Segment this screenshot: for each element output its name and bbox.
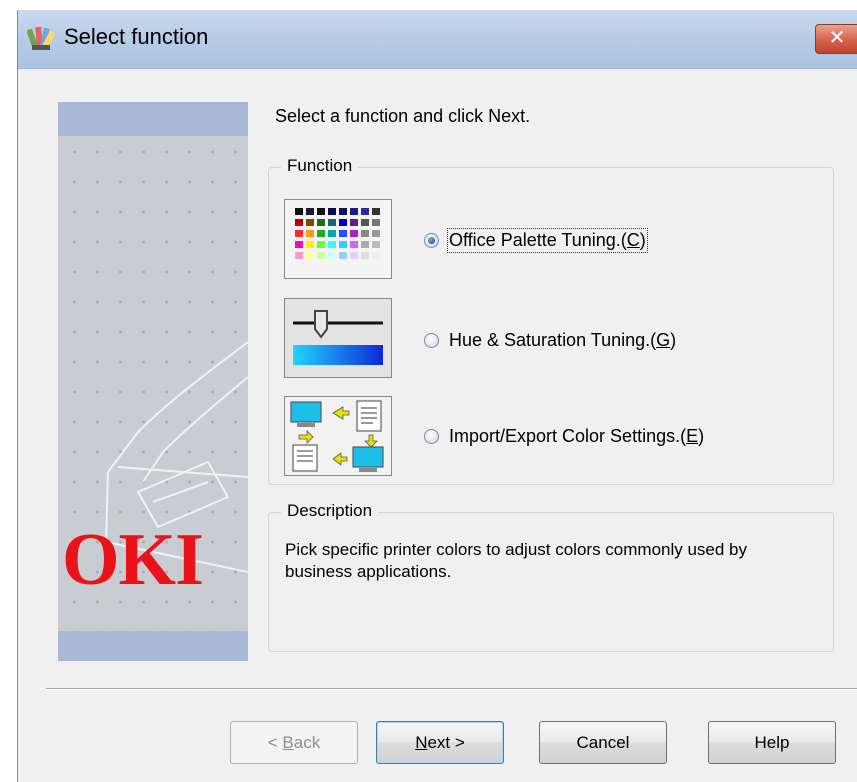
option-office-palette-tuning[interactable]: Office Palette Tuning.(C) (424, 228, 648, 253)
import-export-radio[interactable] (424, 429, 439, 444)
panel-bottom-band (58, 631, 248, 661)
brand-side-panel: OKI (58, 102, 248, 661)
help-button[interactable]: Help (708, 721, 836, 764)
color-palette-graphic (285, 200, 391, 278)
function-group: Function Office Palette Tuning.(C) Hue &… (268, 156, 834, 485)
hue-saturation-radio[interactable] (424, 333, 439, 348)
description-group-legend: Description (281, 501, 379, 521)
select-function-dialog: Select function ✕ OKI Select a function … (17, 10, 857, 782)
back-button[interactable]: < Back (230, 721, 358, 764)
cancel-button[interactable]: Cancel (539, 721, 667, 764)
description-group: Description Pick specific printer colors… (268, 501, 834, 652)
description-text: Pick specific printer colors to adjust c… (285, 540, 748, 581)
oki-logo: OKI (62, 519, 204, 601)
function-group-legend: Function (281, 156, 359, 176)
color-palette-icon (284, 199, 392, 279)
office-palette-radio[interactable] (424, 233, 439, 248)
slider-graphic (285, 299, 391, 377)
hue-saturation-slider-icon (284, 298, 392, 378)
close-icon: ✕ (828, 27, 846, 49)
close-button[interactable]: ✕ (815, 24, 857, 54)
next-button[interactable]: Next > (376, 721, 504, 764)
import-export-icon (284, 396, 392, 476)
window-title: Select function (64, 24, 209, 49)
title-bar[interactable]: Select function ✕ (18, 10, 857, 69)
office-palette-label: Office Palette Tuning.(C) (447, 228, 648, 253)
import-export-graphic (285, 397, 391, 475)
instruction-text: Select a function and click Next. (275, 106, 531, 126)
option-hue-saturation-tuning[interactable]: Hue & Saturation Tuning.(G) (424, 330, 676, 351)
hue-saturation-label: Hue & Saturation Tuning.(G) (449, 330, 677, 350)
option-import-export-color-settings[interactable]: Import/Export Color Settings.(E) (424, 426, 704, 447)
color-tool-app-icon (27, 26, 55, 50)
footer-separator (46, 688, 857, 690)
import-export-label: Import/Export Color Settings.(E) (449, 426, 705, 446)
